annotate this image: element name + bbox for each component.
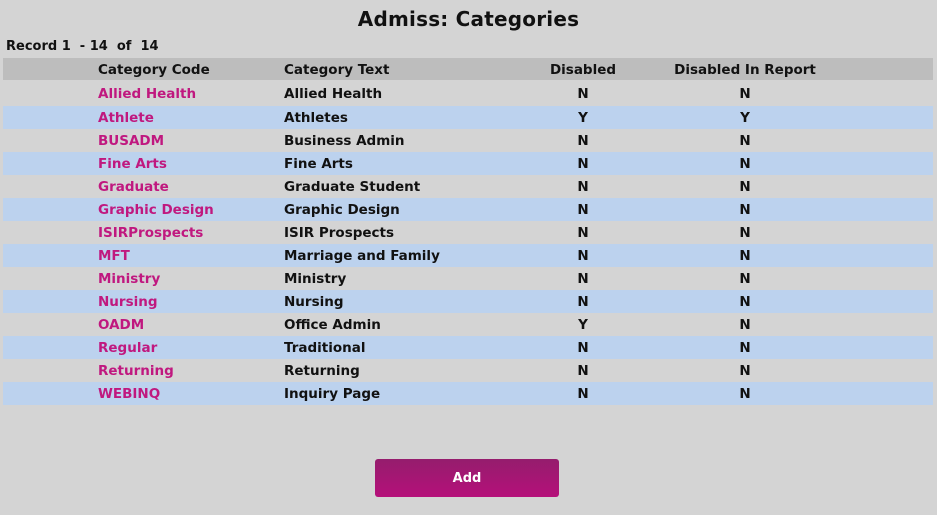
disabled-in-report-cell: N (739, 362, 751, 379)
disabled-cell: N (577, 339, 589, 356)
disabled-cell: N (577, 224, 589, 241)
table-row: BUSADM Business Admin N N (3, 129, 933, 152)
category-code-cell: Fine Arts (98, 152, 167, 175)
category-code-link[interactable]: WEBINQ (98, 386, 160, 402)
category-text-cell: Office Admin (284, 316, 381, 333)
table-row: Nursing Nursing N N (3, 290, 933, 313)
disabled-in-report-cell: N (739, 132, 751, 149)
category-text-cell: Nursing (284, 293, 344, 310)
disabled-in-report-cell: N (739, 293, 751, 310)
disabled-cell: N (577, 178, 589, 195)
category-text-cell: Ministry (284, 270, 347, 287)
category-code-cell: Ministry (98, 267, 160, 290)
category-text-cell: Graduate Student (284, 178, 421, 195)
disabled-in-report-cell: N (739, 85, 751, 102)
add-button[interactable]: Add (375, 459, 559, 497)
table-row: WEBINQ Inquiry Page N N (3, 382, 933, 405)
category-code-cell: Allied Health (98, 82, 196, 105)
table-row: Athlete Athletes Y Y (3, 106, 933, 129)
category-text-cell: Graphic Design (284, 201, 400, 218)
category-code-link[interactable]: Ministry (98, 271, 160, 287)
category-text-cell: Traditional (284, 339, 366, 356)
category-text-cell: Inquiry Page (284, 385, 381, 402)
category-text-cell: Fine Arts (284, 155, 353, 172)
table-row: Graphic Design Graphic Design N N (3, 198, 933, 221)
table-header: Category Code Category Text Disabled Dis… (3, 58, 933, 80)
disabled-cell: N (577, 132, 589, 149)
table-row: Ministry Ministry N N (3, 267, 933, 290)
disabled-in-report-cell: N (739, 224, 751, 241)
category-text-cell: Business Admin (284, 132, 405, 149)
category-code-link[interactable]: Nursing (98, 294, 158, 310)
disabled-cell: N (577, 270, 589, 287)
table-body: Allied Health Allied Health N N Athlete Athle… (3, 80, 933, 405)
disabled-in-report-cell: N (739, 155, 751, 172)
category-code-cell: WEBINQ (98, 382, 160, 405)
disabled-in-report-cell: N (739, 201, 751, 218)
category-code-link[interactable]: Graduate (98, 179, 169, 195)
categories-table: Category Code Category Text Disabled Dis… (3, 58, 933, 405)
disabled-in-report-cell: N (739, 316, 751, 333)
category-text-cell: ISIR Prospects (284, 224, 395, 241)
category-code-link[interactable]: ISIRProspects (98, 225, 203, 241)
category-code-link[interactable]: OADM (98, 317, 144, 333)
category-code-cell: Nursing (98, 290, 158, 313)
disabled-in-report-cell: N (739, 178, 751, 195)
category-code-link[interactable]: Athlete (98, 110, 154, 126)
disabled-in-report-cell: Y (740, 109, 750, 126)
table-row: Returning Returning N N (3, 359, 933, 382)
disabled-cell: N (577, 85, 589, 102)
category-code-link[interactable]: MFT (98, 248, 130, 264)
category-code-cell: BUSADM (98, 129, 164, 152)
disabled-in-report-cell: N (739, 270, 751, 287)
category-text-cell: Returning (284, 362, 360, 379)
category-code-cell: Regular (98, 336, 157, 359)
category-code-link[interactable]: Regular (98, 340, 157, 356)
disabled-in-report-cell: N (739, 247, 751, 264)
category-text-cell: Allied Health (284, 85, 383, 102)
table-row: Regular Traditional N N (3, 336, 933, 359)
disabled-cell: N (577, 247, 589, 264)
column-header-category-code[interactable]: Category Code (98, 59, 210, 81)
category-code-cell: ISIRProspects (98, 221, 203, 244)
table-row: Graduate Graduate Student N N (3, 175, 933, 198)
disabled-cell: N (577, 155, 589, 172)
category-code-cell: Athlete (98, 106, 154, 129)
disabled-in-report-cell: N (739, 339, 751, 356)
category-code-link[interactable]: Returning (98, 363, 174, 379)
page-title: Admiss: Categories (357, 7, 580, 31)
record-count: Record 1 - 14 of 14 (6, 39, 159, 54)
table-row: OADM Office Admin Y N (3, 313, 933, 336)
category-code-cell: Graduate (98, 175, 169, 198)
column-header-disabled[interactable]: Disabled (548, 59, 618, 81)
category-text-cell: Marriage and Family (284, 247, 440, 264)
disabled-cell: N (577, 201, 589, 218)
column-header-disabled-in-report[interactable]: Disabled In Report (674, 59, 816, 81)
disabled-cell: Y (578, 316, 588, 333)
category-code-link[interactable]: Graphic Design (98, 202, 214, 218)
category-code-cell: OADM (98, 313, 144, 336)
category-code-cell: Graphic Design (98, 198, 214, 221)
disabled-cell: N (577, 362, 589, 379)
table-row: MFT Marriage and Family N N (3, 244, 933, 267)
category-text-cell: Athletes (284, 109, 348, 126)
category-code-link[interactable]: Allied Health (98, 86, 196, 102)
category-code-cell: Returning (98, 359, 174, 382)
column-header-category-text[interactable]: Category Text (284, 59, 389, 81)
disabled-cell: Y (578, 109, 588, 126)
table-row: ISIRProspects ISIR Prospects N N (3, 221, 933, 244)
table-row: Fine Arts Fine Arts N N (3, 152, 933, 175)
category-code-link[interactable]: Fine Arts (98, 156, 167, 172)
table-row: Allied Health Allied Health N N (3, 80, 933, 106)
category-code-link[interactable]: BUSADM (98, 133, 164, 149)
disabled-cell: N (577, 385, 589, 402)
category-code-cell: MFT (98, 244, 130, 267)
disabled-cell: N (577, 293, 589, 310)
disabled-in-report-cell: N (739, 385, 751, 402)
